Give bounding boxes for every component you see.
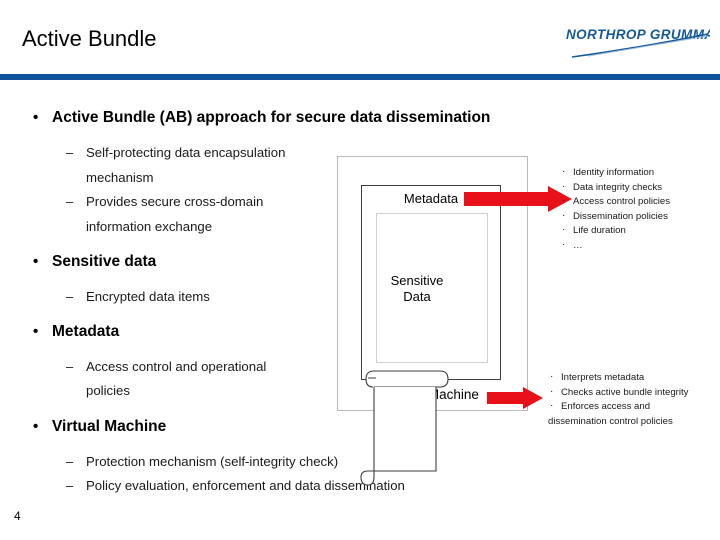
list-marker: · (562, 166, 566, 177)
bullet-marker: – (66, 289, 74, 304)
list-item-text: Data integrity checks (573, 181, 663, 193)
list-item-text: Interprets metadata (561, 372, 645, 383)
northrop-grumman-logo: NORTHROP GRUMMAN (562, 24, 710, 60)
bullet-text: Provides secure cross-domain (86, 194, 264, 209)
slide-number: 4 (14, 509, 21, 523)
list-item-text: Life duration (573, 225, 626, 237)
bullet-text: information exchange (86, 218, 213, 234)
bullet-marker: • (33, 417, 39, 435)
bullet-text: policies (86, 383, 130, 398)
bullet-level1: • Active Bundle (AB) approach for secure… (0, 108, 520, 128)
list-item-text: Checks active bundle integrity (561, 386, 689, 398)
list-marker: · (550, 385, 554, 397)
list-item-text: Enforces access and (561, 401, 651, 413)
slide-header: Active Bundle NORTHROP GRUMMAN (0, 0, 720, 74)
bullet-text: mechanism (86, 169, 154, 185)
page-title: Active Bundle (22, 26, 157, 51)
list-item-continuation: dissemination control policies (548, 415, 673, 427)
list-item: · Enforces access and (548, 400, 720, 415)
list-marker: · (562, 195, 566, 207)
list-item-text: … (573, 239, 583, 251)
bullet-marker: • (33, 253, 39, 270)
sensitive-data-scroll-icon (358, 367, 450, 497)
bullet-text: Virtual Machine (52, 417, 167, 435)
list-item: · … (560, 239, 720, 254)
sensitive-data-label: Sensitive Data (371, 273, 463, 305)
list-item: · Identity information (560, 166, 720, 181)
list-marker: · (562, 209, 566, 221)
sensitive-data-line2: Data (403, 289, 431, 304)
bullet-text: Protection mechanism (self-integrity che… (86, 453, 339, 469)
bullet-marker: – (66, 478, 74, 493)
list-marker: · (550, 400, 554, 412)
bullet-marker: – (66, 358, 74, 374)
metadata-callout-arrow-icon (464, 186, 572, 212)
bullet-marker: – (66, 453, 74, 469)
list-item: · Data integrity checks (560, 181, 720, 196)
list-item: · Life duration (560, 224, 720, 239)
bullet-text: Self-protecting data encapsulation (86, 145, 286, 160)
bullet-text: Sensitive data (52, 253, 157, 270)
list-item: · Access control policies (560, 195, 720, 210)
list-marker: · (562, 224, 566, 236)
bullet-marker: • (33, 322, 39, 340)
list-item-text: Access control policies (573, 196, 671, 208)
list-item: · Interprets metadata (548, 371, 720, 386)
header-divider (0, 74, 720, 80)
list-marker: · (562, 180, 566, 192)
bullet-marker: – (66, 194, 74, 209)
list-marker: · (550, 371, 554, 382)
bullet-marker: • (33, 109, 39, 126)
bullet-text: Metadata (52, 322, 120, 340)
list-item-text: Dissemination policies (573, 210, 668, 222)
virtual-machine-callout-arrow-icon (487, 387, 543, 409)
virtual-machine-functions-list: · Interprets metadata · Checks active bu… (548, 371, 720, 429)
metadata-attributes-list: · Identity information · Data integrity … (560, 166, 720, 254)
list-item: · Checks active bundle integrity (548, 386, 720, 401)
bullet-text: Access control and operational (86, 358, 267, 374)
bullet-text: Encrypted data items (86, 289, 210, 304)
bullet-text: Active Bundle (AB) approach for secure d… (52, 109, 491, 126)
list-item: · Dissemination policies (560, 210, 720, 225)
list-item-text: Identity information (573, 167, 655, 178)
sensitive-data-line1: Sensitive (390, 273, 444, 288)
bullet-marker: – (66, 145, 74, 160)
list-marker: · (562, 238, 566, 250)
